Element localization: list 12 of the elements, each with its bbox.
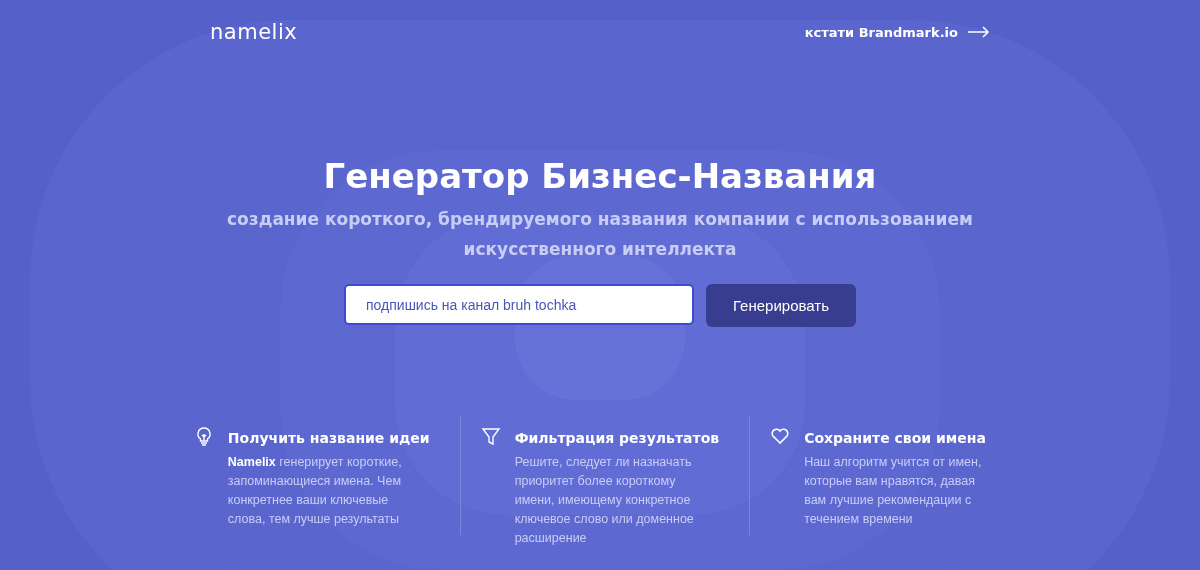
generate-button[interactable]: Генерировать — [706, 284, 856, 327]
brandmark-link[interactable]: кстати Brandmark.io — [804, 24, 990, 40]
logo: namelix — [210, 20, 298, 44]
feature-description: Решите, следует ли назначать приоритет более короткому имени, имеющему конкретное ключевое слово или доменное расширение — [514, 454, 695, 547]
feature-title: Получить название идеи — [227, 429, 430, 448]
feature-description: Наш алгоритм учится от имен, которые вам нравятся, давая вам лучшие рекомендации с течением времени — [804, 454, 983, 528]
feature-title: Сохраните свои имена — [804, 429, 987, 448]
feature-title: Фильтрация результатов — [514, 429, 720, 448]
subtitle: создание короткого, брендируемого названия компании с использованием искусственного интеллекта — [226, 208, 974, 261]
page-title: Генератор Бизнес-Названия — [323, 155, 877, 198]
feature-description: Namelix генерирует короткие, запоминающиеся имена. Чем конкретнее ваши ключевые слова, тем лучше результаты — [227, 454, 403, 528]
keyword-input[interactable]: подпишись на канал bruh tochka — [344, 284, 694, 325]
